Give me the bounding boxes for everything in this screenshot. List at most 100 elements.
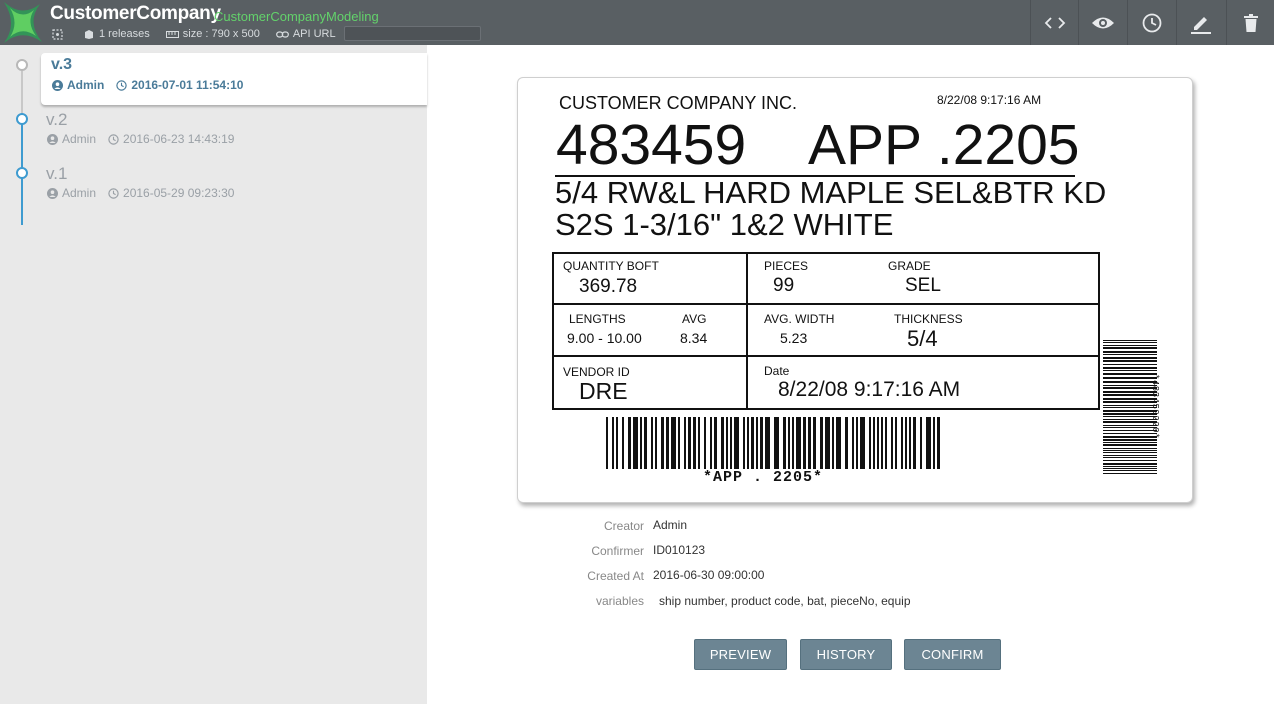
barcode-bar [891, 417, 893, 469]
barcode-bar [1103, 367, 1157, 369]
api-url-field[interactable] [344, 26, 481, 41]
barcode-bar [920, 417, 922, 469]
barcode-bar [1103, 460, 1157, 461]
barcode-bar [1103, 351, 1157, 353]
barcode-bar [803, 417, 806, 469]
version-meta: Admin 2016-07-01 11:54:10 [52, 78, 243, 92]
barcode-bar [1103, 444, 1157, 446]
barcode-bar [684, 417, 686, 469]
lengths-value: 9.00 - 10.00 [567, 330, 642, 346]
label-preview: CUSTOMER COMPANY INC. 8/22/08 9:17:16 AM… [517, 77, 1193, 503]
user-icon [47, 133, 58, 145]
barcode-bar [856, 417, 858, 469]
barcode-bar [666, 417, 669, 469]
barcode-bar [698, 417, 700, 469]
creator-label: Creator [603, 519, 644, 533]
grade-label: GRADE [888, 259, 931, 273]
barcode-bar [1103, 468, 1157, 469]
barcode-bar [1103, 377, 1157, 379]
barcode-bar [671, 417, 676, 469]
version-name: v.3 [51, 56, 73, 73]
created-at-label: Created At [587, 569, 644, 583]
timeline-dot [16, 113, 28, 125]
barcode-bar [877, 417, 879, 469]
preview-button[interactable]: PREVIEW [694, 639, 787, 670]
grid-line [746, 254, 748, 408]
timeline-dot [16, 167, 28, 179]
created-at-value: 2016-06-30 09:00:00 [653, 568, 765, 582]
date-value: 8/22/08 9:17:16 AM [778, 378, 961, 401]
version-item-v1[interactable]: v.1 Admin 2016-05-29 09:23:30 [0, 161, 427, 213]
barcode-bar [651, 417, 653, 469]
barcode-bar [895, 417, 897, 469]
history-icon [1142, 13, 1161, 32]
app-subtitle[interactable]: CustomerCompanyModeling [214, 9, 379, 24]
app-header: CustomerCompany CustomerCompanyModeling … [0, 0, 1274, 45]
barcode-bar [693, 417, 696, 469]
barcode-bar [1103, 398, 1157, 400]
barcode-bar [808, 417, 811, 469]
barcode-bar [1103, 427, 1157, 428]
barcode-bar [640, 417, 642, 469]
barcode-bar [1103, 413, 1157, 415]
barcode-bar [1103, 463, 1157, 465]
barcode-bar [845, 417, 848, 469]
app-logo-icon [0, 0, 46, 45]
barcode-bar [1103, 442, 1157, 443]
barcode-bar [678, 417, 680, 469]
barcode-bar [820, 417, 823, 469]
barcode-bar [1103, 354, 1157, 355]
variables-value: ship number, product code, bat, pieceNo,… [659, 594, 911, 608]
version-item-v3[interactable]: v.3 Admin 2016-07-01 11:54:10 [41, 53, 427, 105]
clock-icon [116, 79, 128, 91]
barcode-bar [688, 417, 691, 469]
barcode-bar [1103, 401, 1157, 403]
barcode-bar [1103, 436, 1157, 438]
barcode-bar [743, 417, 745, 469]
barcode-bar [730, 417, 732, 469]
barcode-bar [1103, 425, 1157, 426]
history-button[interactable]: HISTORY [800, 639, 892, 670]
barcode-bar [747, 417, 749, 469]
code-button[interactable] [1030, 0, 1078, 45]
edit-button[interactable] [1176, 0, 1224, 45]
barcode-bar [1103, 466, 1157, 467]
barcode-bar [1103, 405, 1157, 406]
avg-value: 8.34 [680, 330, 708, 346]
releases-count[interactable]: 1 releases [83, 28, 150, 40]
delete-button[interactable] [1226, 0, 1274, 45]
header-meta: 1 releases size : 790 x 500 API URL [52, 27, 352, 41]
barcode-bar [633, 417, 638, 469]
creator-value: Admin [653, 518, 688, 532]
version-name: v.2 [46, 110, 68, 129]
barcode-bar [661, 417, 664, 469]
barcode-bar [1103, 439, 1157, 441]
label-big-code: APP .2205 [808, 113, 1080, 177]
capture-icon[interactable] [52, 28, 67, 40]
barcode-bar [885, 417, 887, 469]
barcode-bar [869, 417, 871, 469]
barcode-bar [825, 417, 830, 469]
size-info: size : 790 x 500 [165, 28, 260, 40]
barcode-bar [1103, 347, 1157, 349]
barcode-bar [644, 417, 647, 469]
barcode-bar [760, 417, 763, 469]
history-toolbar-button[interactable] [1127, 0, 1175, 45]
barcode-bar [796, 417, 801, 469]
barcode-bar [933, 417, 935, 469]
confirmer-value: ID010123 [653, 543, 706, 557]
barcode-bar [1103, 370, 1157, 371]
barcode-bar [628, 417, 631, 469]
barcode-bar [832, 417, 834, 469]
barcode-bar [612, 417, 614, 469]
eye-icon [1091, 17, 1114, 28]
barcode-bar [788, 417, 790, 469]
preview-toggle-button[interactable] [1078, 0, 1126, 45]
label-desc-line1: 5/4 RW&L HARD MAPLE SEL&BTR KD [555, 175, 1107, 210]
barcode-bar [836, 417, 841, 469]
version-name: v.1 [46, 164, 68, 183]
version-item-v2[interactable]: v.2 Admin 2016-06-23 14:43:19 [0, 107, 427, 159]
barcode-bar [909, 417, 911, 469]
confirm-button[interactable]: CONFIRM [904, 639, 1001, 670]
barcode-bar [1103, 364, 1157, 365]
